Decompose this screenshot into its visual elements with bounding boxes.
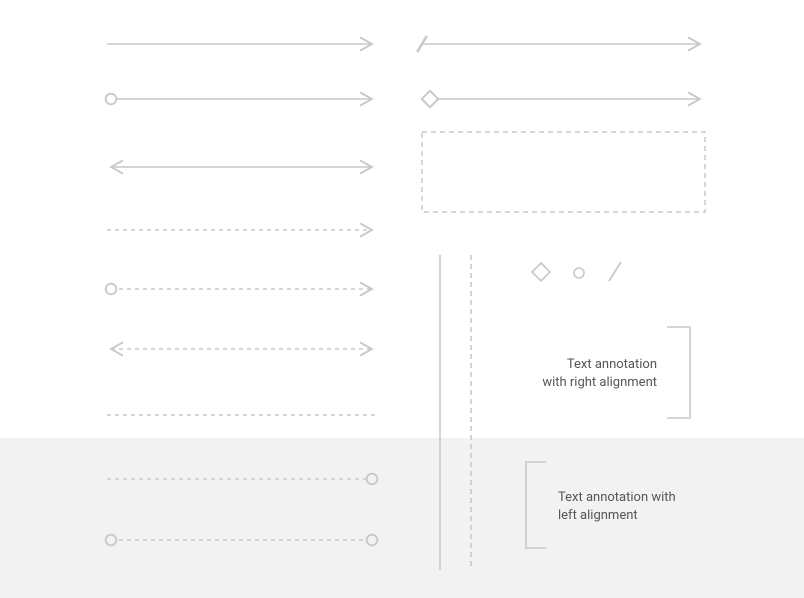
annotation-left-line2: left alignment bbox=[558, 508, 638, 523]
circle-icon bbox=[574, 268, 584, 278]
slash-icon bbox=[609, 262, 621, 281]
marker-sample-row bbox=[532, 262, 621, 281]
annotation-right-line2: with right alignment bbox=[542, 375, 657, 390]
right-upper-arrows bbox=[422, 44, 700, 99]
right-bracket bbox=[667, 327, 690, 418]
annotation-right: Text annotation with right alignment bbox=[519, 356, 657, 391]
annotation-left-line1: Text annotation with bbox=[558, 490, 676, 505]
dashed-rectangle bbox=[422, 132, 705, 212]
left-bracket bbox=[526, 462, 546, 548]
annotation-right-line1: Text annotation bbox=[567, 357, 657, 372]
diamond-icon bbox=[532, 263, 550, 281]
left-column bbox=[107, 44, 378, 540]
annotation-left: Text annotation with left alignment bbox=[558, 489, 708, 524]
